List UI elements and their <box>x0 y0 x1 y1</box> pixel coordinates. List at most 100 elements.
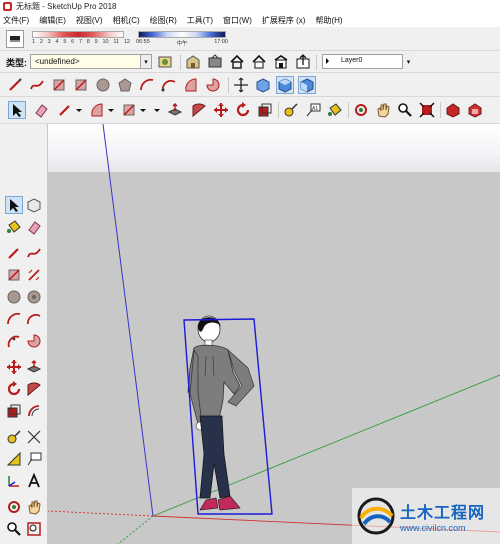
freehand-tool-button[interactable] <box>25 244 43 262</box>
orbit-icon <box>355 104 367 116</box>
circle-tool-button[interactable] <box>94 76 112 94</box>
chevron-down-icon[interactable] <box>74 101 84 119</box>
scale-tool-button[interactable] <box>5 402 23 420</box>
menu-window[interactable]: 窗口(W) <box>223 15 252 26</box>
menu-help[interactable]: 帮助(H) <box>315 15 342 26</box>
pan-button[interactable] <box>25 498 43 516</box>
chevron-down-icon[interactable]: ▾ <box>140 54 152 69</box>
3d-text-tool-button[interactable] <box>25 472 43 490</box>
rotated-rect-tool-button[interactable] <box>72 76 90 94</box>
3point-arc-tool-button[interactable] <box>182 76 200 94</box>
push-pull-tool-button[interactable] <box>25 358 43 376</box>
tape-measure-button[interactable] <box>282 101 300 119</box>
type-dropdown[interactable]: <undefined> <box>30 54 146 69</box>
offset-tool-button[interactable] <box>25 402 43 420</box>
pie-tool-button[interactable] <box>25 332 43 350</box>
rotate-tool-button[interactable] <box>234 101 252 119</box>
3point-arc-tool-button[interactable] <box>5 332 23 350</box>
arc-tool-dropdown[interactable] <box>88 101 106 119</box>
modeling-viewport[interactable] <box>48 124 500 544</box>
menu-view[interactable]: 视图(V) <box>76 15 103 26</box>
move-tool-button[interactable] <box>5 358 23 376</box>
chevron-down-icon[interactable]: ▾ <box>402 54 414 69</box>
scale-tool-button[interactable] <box>256 101 274 119</box>
time-slider[interactable] <box>138 31 226 38</box>
upload-button[interactable] <box>294 53 312 71</box>
home-view-button[interactable] <box>228 53 246 71</box>
orbit-button[interactable] <box>5 498 23 516</box>
follow-me-tool-button[interactable] <box>190 101 208 119</box>
person-component[interactable] <box>183 315 273 515</box>
time-start-label: 06:55 <box>136 39 150 45</box>
line-tool-button[interactable] <box>6 76 24 94</box>
2point-arc-tool-button[interactable] <box>25 310 43 328</box>
rotate-tool-button[interactable] <box>5 380 23 398</box>
chevron-down-icon[interactable] <box>152 101 162 119</box>
push-pull-tool-button[interactable] <box>166 101 184 119</box>
zoom-extents-button[interactable] <box>418 101 436 119</box>
protractor-icon <box>6 451 21 466</box>
top-view-button[interactable] <box>276 76 294 94</box>
text-tool-button[interactable]: A1 <box>304 101 322 119</box>
component-options-button[interactable] <box>156 53 174 71</box>
line-tool-button[interactable] <box>5 244 23 262</box>
share-model-button[interactable] <box>206 53 224 71</box>
rectangle-tool-button[interactable] <box>5 266 23 284</box>
warehouse-button[interactable] <box>184 53 202 71</box>
month-slider[interactable] <box>32 31 124 38</box>
line-tool-dropdown[interactable] <box>56 101 74 119</box>
menu-tools[interactable]: 工具(T) <box>187 15 213 26</box>
zoom-window-button[interactable] <box>25 520 43 538</box>
paint-bucket-button[interactable] <box>326 101 344 119</box>
zoom-button[interactable] <box>5 520 23 538</box>
polygon-tool-button[interactable] <box>25 288 43 306</box>
orbit-button[interactable] <box>352 101 370 119</box>
zoom-button[interactable] <box>396 101 414 119</box>
pencil-icon <box>8 248 19 259</box>
freehand-tool-button[interactable] <box>28 76 46 94</box>
rotated-rect-tool-button[interactable] <box>25 266 43 284</box>
watermark-text: 土木工程网 www.civilcn.com <box>400 499 485 533</box>
text-tool-button[interactable] <box>25 450 43 468</box>
dimension-tool-button[interactable] <box>25 428 43 446</box>
menu-file[interactable]: 文件(F) <box>3 15 29 26</box>
tape-measure-button[interactable] <box>5 428 23 446</box>
move-tool-button[interactable] <box>212 101 230 119</box>
arc-tool-button[interactable] <box>5 310 23 328</box>
arc-tool-button[interactable] <box>138 76 156 94</box>
make-component-button[interactable] <box>25 196 43 214</box>
chevron-down-icon[interactable] <box>138 101 148 119</box>
layer-dropdown[interactable]: Layer0 <box>322 54 408 69</box>
chevron-down-icon[interactable] <box>106 101 116 119</box>
2point-arc-tool-button[interactable] <box>160 76 178 94</box>
shape-tool-dropdown[interactable] <box>120 101 138 119</box>
3d-warehouse-button[interactable] <box>444 101 462 119</box>
rectangle-tool-button[interactable] <box>50 76 68 94</box>
circle-tool-button[interactable] <box>5 288 23 306</box>
polygon-tool-button[interactable] <box>116 76 134 94</box>
eraser-tool-button[interactable] <box>32 101 50 119</box>
menu-draw[interactable]: 绘图(R) <box>150 15 177 26</box>
select-tool-button[interactable] <box>8 101 26 119</box>
follow-me-tool-button[interactable] <box>25 380 43 398</box>
menu-camera[interactable]: 相机(C) <box>113 15 140 26</box>
extension-warehouse-red-button[interactable] <box>466 101 484 119</box>
select-tool-button[interactable] <box>5 196 23 214</box>
month-tick: 4 <box>55 39 59 45</box>
menu-extensions[interactable]: 扩展程序 (x) <box>262 15 306 26</box>
menu-edit[interactable]: 编辑(E) <box>39 15 66 26</box>
paint-bucket-button[interactable] <box>5 218 23 236</box>
magnifier-icon <box>398 103 412 117</box>
pie-tool-button[interactable] <box>204 76 222 94</box>
dimension-icon <box>27 430 41 444</box>
axes-tool-button[interactable] <box>5 472 23 490</box>
iso-view-button[interactable] <box>254 76 272 94</box>
extension-warehouse-button[interactable] <box>272 53 290 71</box>
pan-button[interactable] <box>374 101 392 119</box>
protractor-tool-button[interactable] <box>5 450 23 468</box>
eraser-tool-button[interactable] <box>25 218 43 236</box>
shadow-toggle-button[interactable] <box>6 30 24 48</box>
orbit-tool-button[interactable] <box>232 76 250 94</box>
house-outline-button[interactable] <box>250 53 268 71</box>
front-view-button[interactable] <box>298 76 316 94</box>
